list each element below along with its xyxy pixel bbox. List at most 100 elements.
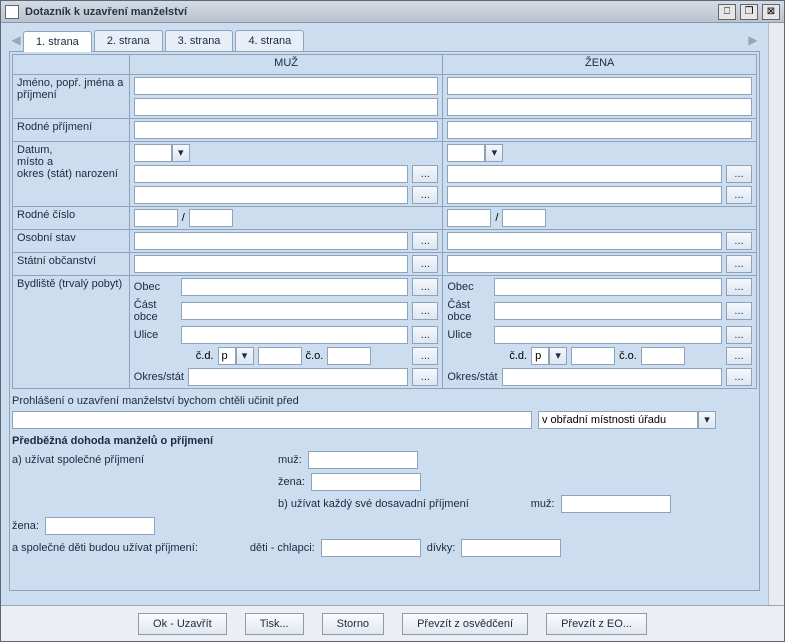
woman-cd[interactable] (571, 347, 615, 365)
dropdown-arrow-icon[interactable]: ▾ (549, 347, 567, 365)
woman-obec-lookup-button[interactable]: ... (726, 278, 752, 296)
man-name-1[interactable] (134, 77, 439, 95)
man-rc-b[interactable] (189, 209, 233, 227)
woman-cast[interactable] (494, 302, 722, 320)
surname-girls-input[interactable] (461, 539, 561, 557)
woman-birth-date-dropdown[interactable]: ▾ (447, 144, 503, 162)
man-co-lookup-button[interactable]: ... (412, 347, 438, 365)
label-status: Osobní stav (13, 230, 130, 253)
window-title: Dotazník k uzavření manželství (25, 6, 718, 18)
woman-cd-type-dropdown[interactable]: ▾ (531, 347, 567, 365)
tab-scroll-left-icon[interactable]: ◀ (9, 31, 23, 49)
tab-page-2[interactable]: 2. strana (94, 30, 163, 51)
woman-cd-type[interactable] (531, 347, 549, 365)
label-citizenship: Státní občanství (13, 253, 130, 276)
man-cd[interactable] (258, 347, 302, 365)
man-cd-type-dropdown[interactable]: ▾ (218, 347, 254, 365)
label-name: Jméno, popř. jména a příjmení (13, 75, 130, 119)
tab-page-3[interactable]: 3. strana (165, 30, 234, 51)
man-co[interactable] (327, 347, 371, 365)
sublabel-co: č.o. (306, 350, 324, 362)
man-birth-name[interactable] (134, 121, 439, 139)
man-birth-district[interactable] (134, 186, 409, 204)
bottom-toolbar: Ok - Uzavřít Tisk... Storno Převzít z os… (1, 605, 784, 641)
surname-own-man[interactable] (561, 495, 671, 513)
man-cast-lookup-button[interactable]: ... (412, 302, 438, 320)
form-grid: MUŽ ŽENA Jméno, popř. jména a příjmení (12, 54, 757, 389)
man-birth-date[interactable] (134, 144, 172, 162)
woman-birth-name[interactable] (447, 121, 752, 139)
woman-status-lookup-button[interactable]: ... (726, 232, 752, 250)
cancel-button[interactable]: Storno (322, 613, 384, 635)
woman-rc-b[interactable] (502, 209, 546, 227)
surname-boys-input[interactable] (321, 539, 421, 557)
woman-rc-a[interactable] (447, 209, 491, 227)
man-birth-place[interactable] (134, 165, 409, 183)
man-name-2[interactable] (134, 98, 439, 116)
man-status-lookup-button[interactable]: ... (412, 232, 438, 250)
woman-name-2[interactable] (447, 98, 752, 116)
woman-citizenship-lookup-button[interactable]: ... (726, 255, 752, 273)
woman-okres[interactable] (502, 368, 723, 386)
surname-common-man[interactable] (308, 451, 418, 469)
man-okres[interactable] (188, 368, 408, 386)
woman-co[interactable] (641, 347, 685, 365)
man-rc-a[interactable] (134, 209, 178, 227)
tab-page-4[interactable]: 4. strana (235, 30, 304, 51)
declaration-place-input[interactable] (538, 411, 698, 429)
man-ulice-lookup-button[interactable]: ... (412, 326, 438, 344)
woman-name-1[interactable] (447, 77, 752, 95)
declaration-before-input[interactable] (12, 411, 532, 429)
man-obec[interactable] (181, 278, 409, 296)
woman-birth-place-lookup-button[interactable]: ... (726, 165, 752, 183)
sublabel-co: č.o. (619, 350, 637, 362)
man-birth-place-lookup-button[interactable]: ... (412, 165, 438, 183)
sublabel-ulice: Ulice (134, 329, 177, 341)
man-okres-lookup-button[interactable]: ... (412, 368, 438, 386)
man-status[interactable] (134, 232, 409, 250)
sublabel-okres: Okres/stát (134, 371, 184, 383)
tab-sheet: MUŽ ŽENA Jméno, popř. jména a příjmení (9, 51, 760, 591)
woman-birth-date[interactable] (447, 144, 485, 162)
dropdown-arrow-icon[interactable]: ▾ (236, 347, 254, 365)
man-cast[interactable] (181, 302, 409, 320)
minimize-button[interactable]: ⎕ (718, 4, 736, 20)
woman-okres-lookup-button[interactable]: ... (726, 368, 752, 386)
tab-page-1[interactable]: 1. strana (23, 31, 92, 52)
woman-birth-place[interactable] (447, 165, 722, 183)
woman-ulice[interactable] (494, 326, 722, 344)
app-icon (5, 5, 19, 19)
man-ulice[interactable] (181, 326, 409, 344)
import-from-certificate-button[interactable]: Převzít z osvědčení (402, 613, 528, 635)
close-button[interactable]: ⊠ (762, 4, 780, 20)
maximize-button[interactable]: ❐ (740, 4, 758, 20)
ok-close-button[interactable]: Ok - Uzavřít (138, 613, 227, 635)
man-citizenship-lookup-button[interactable]: ... (412, 255, 438, 273)
woman-ulice-lookup-button[interactable]: ... (726, 326, 752, 344)
woman-cast-lookup-button[interactable]: ... (726, 302, 752, 320)
woman-birth-district-lookup-button[interactable]: ... (726, 186, 752, 204)
man-cd-type[interactable] (218, 347, 236, 365)
print-button[interactable]: Tisk... (245, 613, 304, 635)
titlebar: Dotazník k uzavření manželství ⎕ ❐ ⊠ (1, 1, 784, 23)
woman-status[interactable] (447, 232, 722, 250)
man-birth-district-lookup-button[interactable]: ... (412, 186, 438, 204)
man-birth-date-dropdown[interactable]: ▾ (134, 144, 190, 162)
man-citizenship[interactable] (134, 255, 409, 273)
man-obec-lookup-button[interactable]: ... (412, 278, 438, 296)
surname-own-woman[interactable] (45, 517, 155, 535)
dropdown-arrow-icon[interactable]: ▾ (485, 144, 503, 162)
dropdown-arrow-icon[interactable]: ▾ (698, 411, 716, 429)
vertical-scrollbar[interactable] (768, 23, 784, 605)
tab-scroll-right-icon[interactable]: ▶ (746, 31, 760, 49)
import-from-eo-button[interactable]: Převzít z EO... (546, 613, 647, 635)
surname-common-woman[interactable] (311, 473, 421, 491)
declaration-place-dropdown[interactable]: ▾ (538, 411, 716, 429)
woman-citizenship[interactable] (447, 255, 722, 273)
woman-birth-district[interactable] (447, 186, 722, 204)
app-window: Dotazník k uzavření manželství ⎕ ❐ ⊠ ◀ 1… (0, 0, 785, 642)
dropdown-arrow-icon[interactable]: ▾ (172, 144, 190, 162)
rc-separator: / (182, 212, 185, 224)
woman-co-lookup-button[interactable]: ... (726, 347, 752, 365)
woman-obec[interactable] (494, 278, 722, 296)
